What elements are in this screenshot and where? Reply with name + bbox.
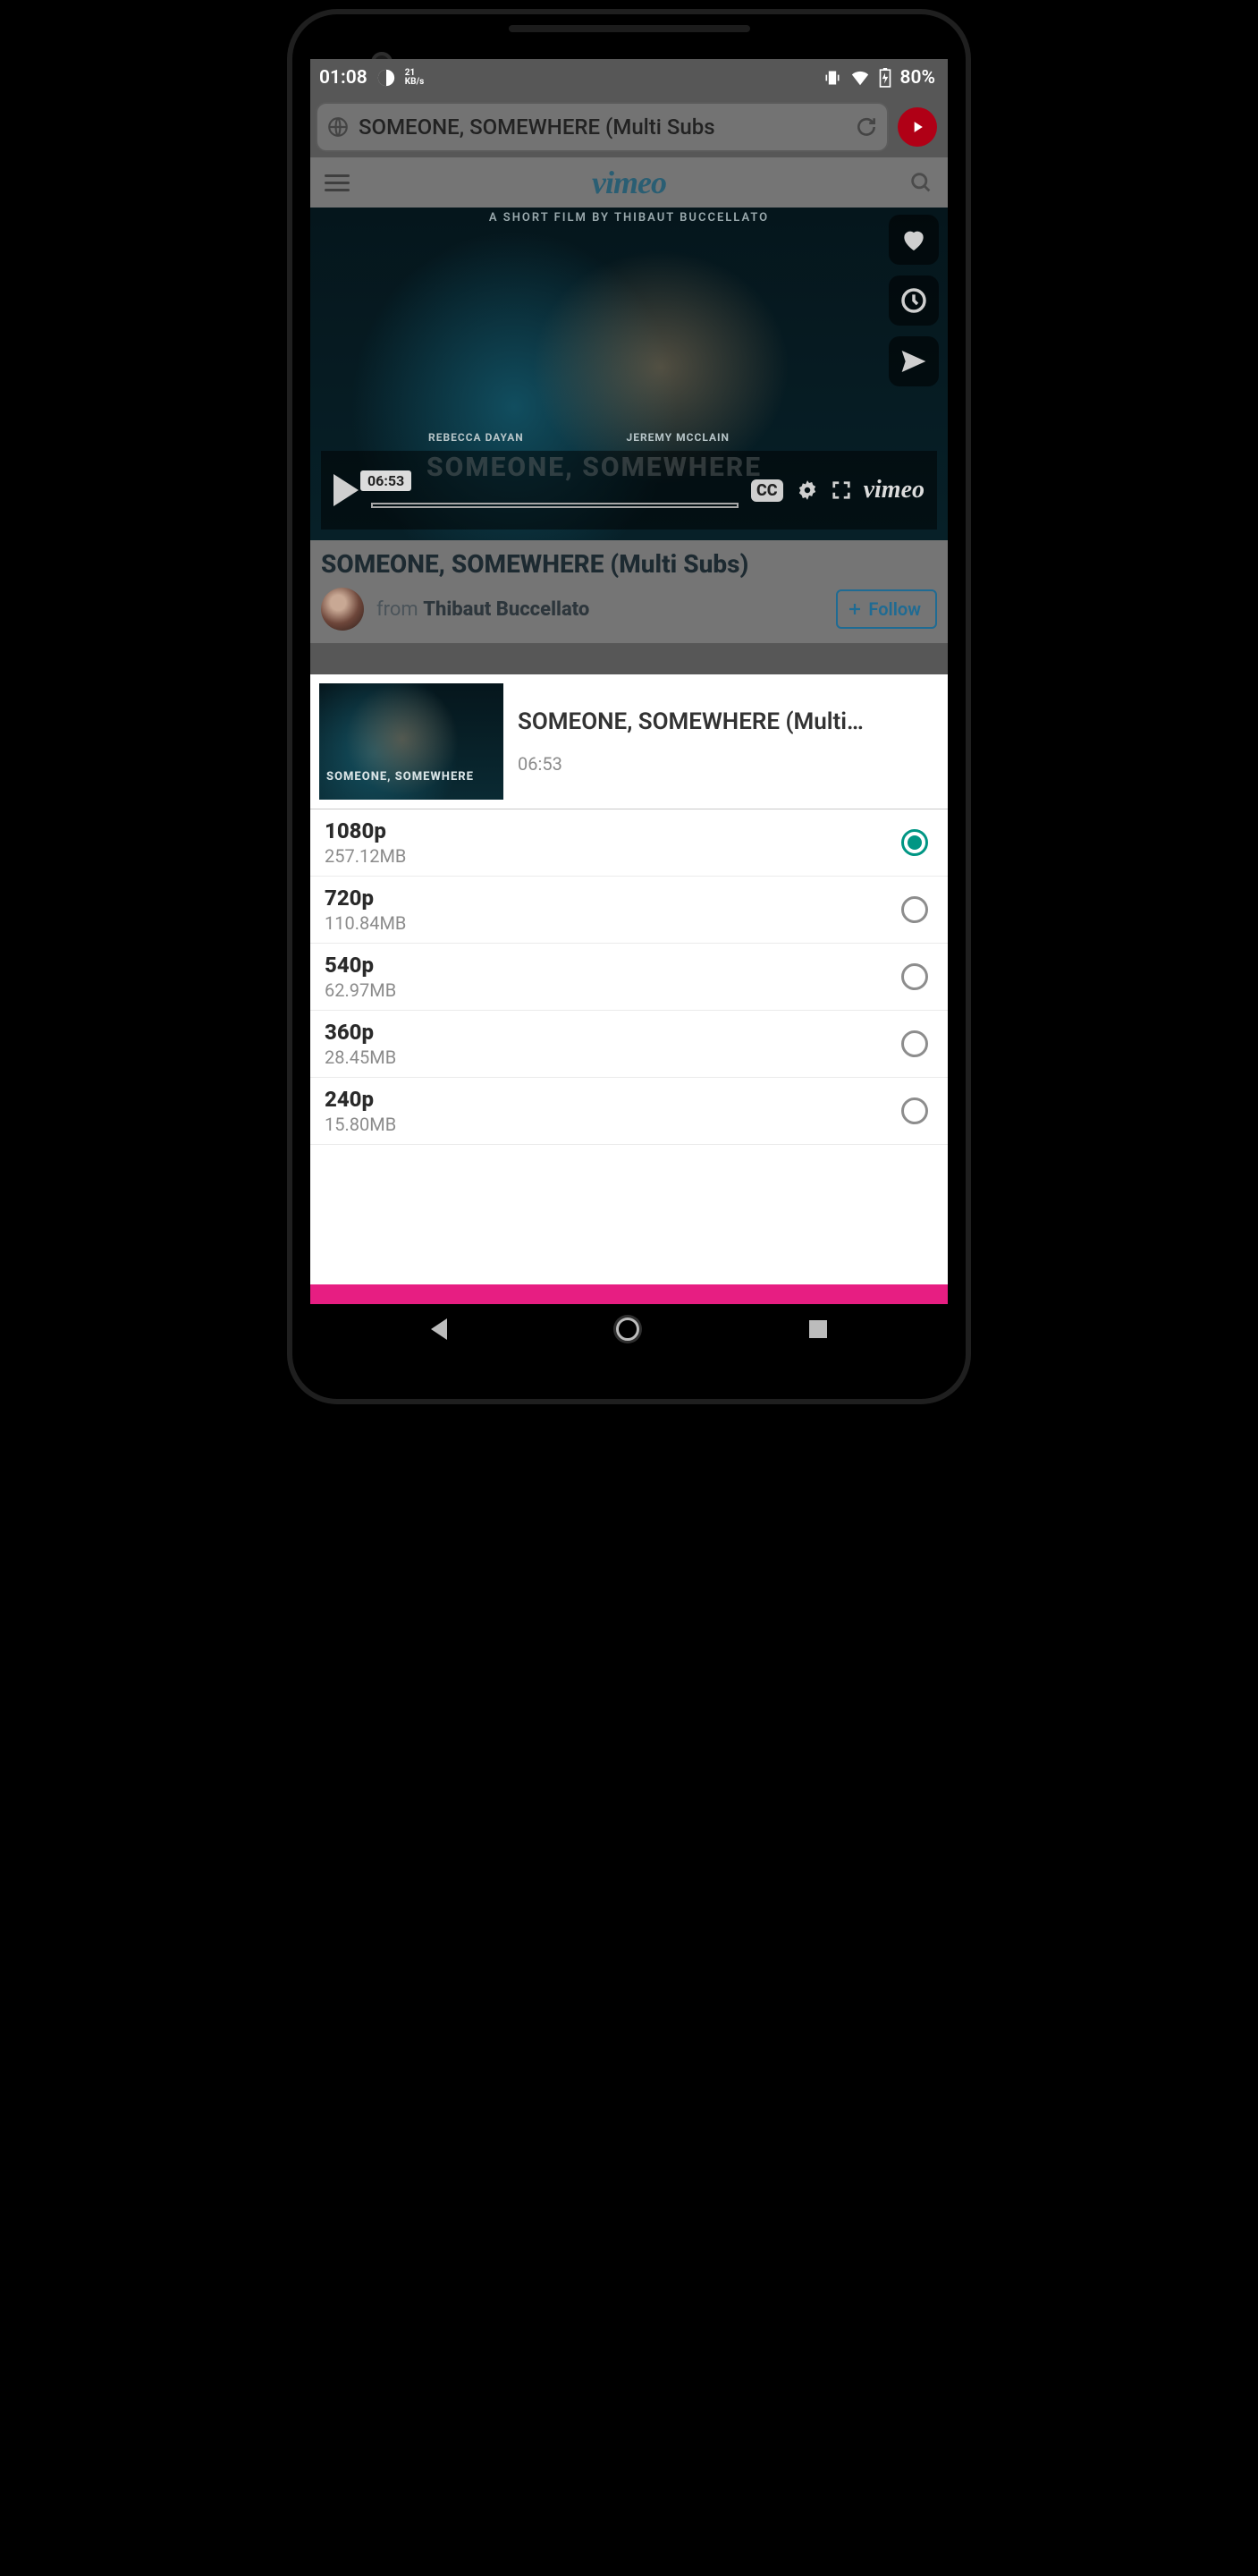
nav-recents-icon[interactable] (809, 1320, 827, 1338)
vimeo-logo[interactable]: vimeo (592, 164, 666, 201)
sheet-header: SOMEONE, SOMEWHERE SOMEONE, SOMEWHERE (M… (310, 674, 948, 809)
phone-speaker-grille (509, 25, 750, 32)
wifi-icon (850, 68, 870, 88)
cc-button[interactable]: CC (751, 479, 783, 502)
like-button[interactable] (889, 215, 939, 265)
quality-label: 720p (325, 886, 406, 911)
hamburger-icon[interactable] (325, 170, 350, 196)
search-icon[interactable] (908, 170, 933, 195)
share-button[interactable] (889, 336, 939, 386)
url-box[interactable]: SOMEONE, SOMEWHERE (Multi Subs (316, 102, 889, 152)
quality-size: 257.12MB (325, 845, 406, 867)
screen: 01:08 21 KB/s (310, 59, 948, 1354)
video-title: SOMEONE, SOMEWHERE (Multi Subs) (321, 549, 937, 579)
fullscreen-icon[interactable] (832, 480, 851, 500)
radio-unselected-icon[interactable] (901, 896, 928, 923)
settings-gear-icon[interactable] (796, 479, 819, 502)
quality-option[interactable]: 540p62.97MB (310, 944, 948, 1011)
app-action-button[interactable] (898, 107, 937, 147)
byline: from Thibaut Buccellato (376, 598, 589, 621)
quality-label: 240p (325, 1087, 396, 1112)
quality-option[interactable]: 1080p257.12MB (310, 809, 948, 877)
sheet-duration: 06:53 (518, 753, 935, 775)
quality-option[interactable]: 720p110.84MB (310, 877, 948, 944)
quality-label: 1080p (325, 818, 406, 843)
status-battery-pct: 80% (900, 67, 936, 89)
quality-options-list: 1080p257.12MB720p110.84MB540p62.97MB360p… (310, 809, 948, 1284)
status-bar: 01:08 21 KB/s (310, 59, 948, 97)
nav-back-icon[interactable] (431, 1318, 447, 1340)
quality-size: 110.84MB (325, 912, 406, 934)
globe-icon (326, 115, 350, 139)
quality-label: 540p (325, 953, 396, 978)
player-top-caption: A SHORT FILM BY THIBAUT BUCCELLATO (310, 211, 948, 225)
play-icon[interactable] (333, 474, 359, 506)
radio-selected-icon[interactable] (901, 829, 928, 856)
quality-label: 360p (325, 1020, 396, 1045)
battery-icon (879, 68, 891, 88)
quality-option[interactable]: 360p28.45MB (310, 1011, 948, 1078)
quality-size: 15.80MB (325, 1114, 396, 1135)
phone-frame: 01:08 21 KB/s (287, 9, 971, 1404)
follow-button[interactable]: Follow (836, 589, 937, 629)
radio-unselected-icon[interactable] (901, 1030, 928, 1057)
player-cast-left: REBECCA DAYAN (428, 431, 524, 444)
quality-size: 62.97MB (325, 979, 396, 1001)
status-app-icon (376, 68, 396, 88)
sheet-thumbnail: SOMEONE, SOMEWHERE (319, 683, 503, 800)
site-header: vimeo (310, 157, 948, 208)
status-time: 01:08 (319, 67, 367, 89)
video-meta: SOMEONE, SOMEWHERE (Multi Subs) from Thi… (310, 540, 948, 643)
quality-option[interactable]: 240p15.80MB (310, 1078, 948, 1145)
download-sheet: SOMEONE, SOMEWHERE SOMEONE, SOMEWHERE (M… (310, 674, 948, 1354)
duration-bubble: 06:53 (360, 470, 411, 491)
android-nav-bar (310, 1304, 948, 1354)
watch-later-button[interactable] (889, 275, 939, 326)
radio-unselected-icon[interactable] (901, 1097, 928, 1124)
vimeo-watermark: vimeo (864, 476, 925, 504)
status-network-speed: 21 KB/s (405, 69, 425, 87)
seek-bar[interactable]: 06:53 (371, 472, 739, 508)
browser-url-row: SOMEONE, SOMEWHERE (Multi Subs (310, 97, 948, 157)
player-controls: 06:53 CC vimeo (321, 451, 937, 530)
reload-icon[interactable] (855, 115, 878, 139)
quality-size: 28.45MB (325, 1046, 396, 1068)
avatar[interactable] (321, 588, 364, 631)
sheet-title: SOMEONE, SOMEWHERE (Multi… (518, 708, 935, 735)
nav-home-icon[interactable] (616, 1318, 639, 1341)
thumb-title: SOMEONE, SOMEWHERE (326, 770, 474, 784)
player-cast-right: JEREMY MCCLAIN (627, 431, 730, 444)
vibrate-icon (823, 69, 841, 87)
video-player[interactable]: A SHORT FILM BY THIBAUT BUCCELLATO REBEC… (310, 208, 948, 540)
radio-unselected-icon[interactable] (901, 963, 928, 990)
url-text: SOMEONE, SOMEWHERE (Multi Subs (359, 114, 846, 140)
